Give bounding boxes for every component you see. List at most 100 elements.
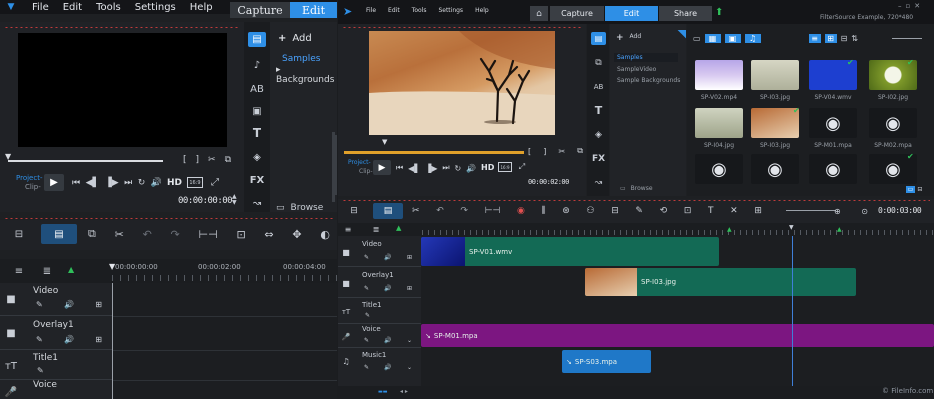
- window-controls[interactable]: –▫✕: [898, 2, 924, 10]
- folder-tag-icon[interactable]: [677, 30, 686, 39]
- thumb-audio-1[interactable]: ◉: [809, 108, 857, 138]
- timeline-timecode[interactable]: 0:00:03:00: [878, 206, 922, 215]
- track-controls[interactable]: ✎ 🔊 ⊞: [36, 334, 102, 344]
- media-icon[interactable]: ▤: [591, 32, 606, 45]
- clip-mode-label[interactable]: Clip-: [25, 183, 41, 191]
- timecode-spinner-icon[interactable]: ▲ ▼: [232, 194, 237, 206]
- track-controls[interactable]: ✎ 🔊 ⊞: [364, 284, 412, 293]
- menu-settings[interactable]: Settings: [438, 7, 463, 14]
- play-button[interactable]: ▶: [44, 174, 64, 191]
- project-mode-label[interactable]: Project-: [348, 159, 371, 166]
- playhead-icon[interactable]: ▼: [789, 224, 794, 231]
- graphics-icon[interactable]: ▣: [249, 104, 265, 118]
- enlarge-icon[interactable]: ⤢: [516, 162, 528, 172]
- chapter-icon[interactable]: ≣: [40, 266, 54, 277]
- menu-tools[interactable]: Tools: [96, 2, 121, 13]
- menu-settings[interactable]: Settings: [135, 2, 176, 13]
- clip-music[interactable]: ↘ SP-S03.mpa: [562, 350, 651, 373]
- folder-samples[interactable]: Samples: [282, 54, 320, 64]
- clip-mode-label[interactable]: Clip-: [359, 168, 373, 175]
- ruler-marker-icon[interactable]: ▲: [68, 265, 74, 274]
- enlarge-icon[interactable]: ⤢: [208, 177, 222, 188]
- thumb-options[interactable]: ▭ ⊟: [899, 185, 929, 193]
- zoom-slider[interactable]: [892, 38, 922, 39]
- track-controls[interactable]: ✎ 🔊 ⊞: [36, 299, 102, 309]
- track-controls[interactable]: ✎ 🔊 ⊞: [364, 253, 412, 262]
- transport-controls[interactable]: ⏮ ◀▌ ▐▶ ⏭ ↻ 🔊: [396, 163, 476, 173]
- thumb-audio-4[interactable]: ◉: [751, 154, 799, 184]
- filter-icon[interactable]: ◈: [591, 128, 606, 141]
- aspect-ratio-icon[interactable]: 16:9: [498, 162, 512, 172]
- menu-help[interactable]: Help: [475, 7, 489, 14]
- track-manager-icon[interactable]: ≡: [12, 266, 26, 277]
- track-controls[interactable]: ✎ 🔊 ⌄: [364, 336, 412, 345]
- fx-icon[interactable]: FX: [249, 173, 265, 187]
- path-icon[interactable]: ↝: [249, 196, 265, 210]
- timeline-tools[interactable]: ⧉ ✂ ↶ ↷ ⊢⊣ ⊡ ⇔ ✥ ◐: [88, 227, 336, 241]
- ruler-marker-icon[interactable]: ▲: [396, 224, 401, 232]
- playhead-icon[interactable]: ▼: [109, 262, 115, 271]
- browse-button[interactable]: ▭ Browse: [620, 185, 653, 192]
- thumb-audio-3[interactable]: ◉: [695, 154, 743, 184]
- hd-toggle[interactable]: HD: [167, 178, 182, 188]
- filter-icon[interactable]: ◈: [249, 150, 265, 164]
- transport-controls[interactable]: ⏮ ◀▌ ▐▶ ⏭ ↻ 🔊: [72, 177, 162, 189]
- tab-capture[interactable]: Capture: [550, 6, 604, 21]
- thumb-audio-5[interactable]: ◉: [809, 154, 857, 184]
- clip-overlay[interactable]: SP-I03.jpg: [585, 268, 856, 296]
- upload-icon[interactable]: ⬆: [715, 7, 723, 18]
- timecode-display[interactable]: 00:00:02:00: [528, 178, 569, 186]
- tab-capture[interactable]: Capture: [230, 2, 290, 18]
- menu-file[interactable]: File: [32, 2, 49, 13]
- transition-icon[interactable]: AB: [249, 82, 265, 96]
- timeline-view-icon[interactable]: ▤: [373, 203, 403, 219]
- instant-project-icon[interactable]: ⧉: [591, 56, 606, 69]
- trim-bar[interactable]: [344, 151, 524, 154]
- folder-samples[interactable]: Samples: [614, 53, 678, 62]
- folder-sample-video[interactable]: SampleVideo: [617, 66, 656, 73]
- track-edit-icon[interactable]: ✎: [37, 366, 44, 375]
- timeline-view-icon[interactable]: ▤: [41, 224, 77, 244]
- tab-edit[interactable]: Edit: [290, 2, 337, 18]
- timeline-tools[interactable]: ✂ ↶ ↷ ⊢⊣ ◉ ⫼ ⊛ ⚇ ⊟ ✎ ⟲ ⊡ T ✕ ⊞: [412, 205, 762, 217]
- timeline-scrollbar[interactable]: ▬▬ ◂ ▸ © FileInfo.com: [338, 386, 934, 399]
- menu-edit[interactable]: Edit: [388, 7, 400, 14]
- browse-button[interactable]: ▭ Browse: [276, 203, 323, 213]
- path-icon[interactable]: ↝: [591, 176, 606, 189]
- ruler-cue-icon[interactable]: ▲: [837, 226, 842, 233]
- storyboard-view-icon[interactable]: ⊟: [10, 227, 28, 241]
- scrub-handle-icon[interactable]: ▼: [5, 152, 11, 161]
- track-area[interactable]: [112, 283, 337, 399]
- project-mode-label[interactable]: Project-: [16, 174, 42, 182]
- storyboard-view-icon[interactable]: ⊟: [347, 205, 361, 217]
- track-edit-icon[interactable]: ✎: [365, 312, 370, 319]
- thumb-photo-1[interactable]: [751, 60, 799, 90]
- media-icon[interactable]: ▤: [248, 32, 266, 47]
- folder-sample-backgrounds[interactable]: Sample Backgrounds: [617, 77, 680, 84]
- thumb-audio-2[interactable]: ◉: [869, 108, 917, 138]
- title-icon[interactable]: T: [591, 104, 606, 117]
- trim-icons[interactable]: [] ✂ ⧉: [174, 154, 240, 166]
- aspect-ratio-icon[interactable]: 16:9: [187, 177, 203, 188]
- library-toolbar[interactable]: ▭ ▦ ▣ ♫ ≡ ⊞ ⊟ ⇅: [693, 32, 925, 44]
- menu-tools[interactable]: Tools: [412, 7, 427, 14]
- play-button[interactable]: ▶: [373, 160, 391, 175]
- trim-icons[interactable]: [] ✂ ⧉: [528, 145, 583, 157]
- thumb-video-1[interactable]: [695, 60, 743, 90]
- track-manager-icon[interactable]: ≡: [342, 224, 354, 234]
- menu-file[interactable]: File: [366, 7, 376, 14]
- transition-icon[interactable]: AB: [591, 80, 606, 93]
- folder-backgrounds[interactable]: ▸ Backgrounds: [276, 65, 337, 85]
- clip-voice[interactable]: ↘ SP-M01.mpa: [421, 324, 934, 347]
- zoom-controls[interactable]: ⊕ ⊙: [834, 205, 868, 217]
- clip-video[interactable]: SP-V01.wmv: [421, 237, 719, 266]
- track-controls[interactable]: ✎ 🔊 ⌄: [364, 363, 412, 372]
- tab-edit[interactable]: Edit: [605, 6, 658, 21]
- menu-help[interactable]: Help: [190, 2, 213, 13]
- playhead-line[interactable]: [792, 236, 793, 386]
- add-button[interactable]: + Add: [616, 33, 641, 43]
- fx-icon[interactable]: FX: [591, 152, 606, 165]
- ruler-cue-icon[interactable]: ▲: [727, 226, 732, 233]
- timecode-display[interactable]: 00:00:00:00: [178, 196, 233, 206]
- instant-project-icon[interactable]: ♪: [249, 58, 265, 72]
